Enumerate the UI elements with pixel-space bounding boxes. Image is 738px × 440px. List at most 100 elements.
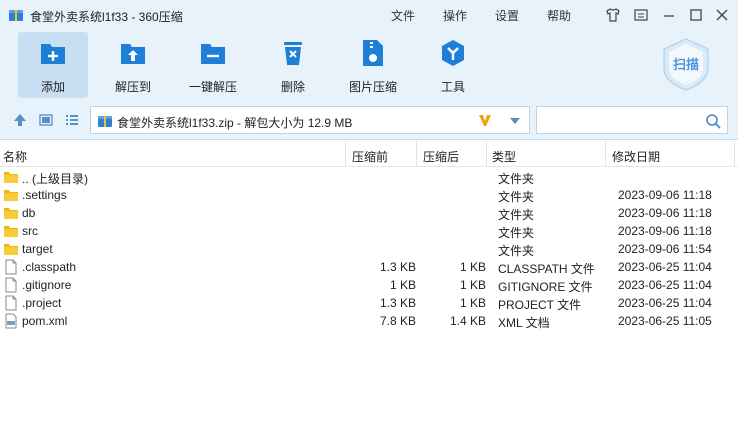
- file-size: 1 KB: [459, 296, 486, 310]
- thumbnail-view-icon[interactable]: [38, 112, 54, 128]
- file-type: XML 文档: [498, 316, 550, 330]
- file-modified: 2023-06-25 11:04: [618, 278, 712, 292]
- table-row[interactable]: .gitignore 1 KB 1 KB GITIGNORE 文件 2023-0…: [0, 276, 738, 294]
- extract-to-icon: [121, 44, 145, 64]
- folder-icon: [4, 172, 18, 183]
- file-modified: 2023-06-25 11:04: [618, 296, 712, 310]
- archive-app-icon: [9, 10, 23, 21]
- add-icon: [41, 44, 65, 64]
- file-name: .gitignore: [22, 278, 72, 292]
- path-field[interactable]: 食堂外卖系统l1f33.zip - 解包大小为 12.9 MB: [90, 106, 530, 134]
- delete-icon: [284, 42, 302, 65]
- scan-button[interactable]: 扫描: [658, 36, 714, 92]
- one-click-extract-icon: [201, 44, 225, 64]
- shield-icon: 扫描: [663, 38, 709, 91]
- search-input[interactable]: [536, 106, 728, 134]
- file-icon: [5, 295, 17, 311]
- column-modified[interactable]: 修改日期: [612, 148, 660, 165]
- file-type: 文件夹: [498, 208, 535, 222]
- table-row[interactable]: .settings 文件夹 2023-09-06 11:18: [0, 186, 738, 204]
- verified-v-icon[interactable]: [477, 112, 493, 128]
- file-modified: 2023-09-06 11:54: [618, 242, 712, 256]
- compressed-size: 1.3 KB: [379, 260, 416, 274]
- skin-button[interactable]: [602, 4, 624, 26]
- file-size: 1 KB: [459, 260, 486, 274]
- table-row[interactable]: .. (上级目录) 文件夹: [0, 168, 738, 186]
- table-row[interactable]: target 文件夹 2023-09-06 11:54: [0, 240, 738, 258]
- table-row[interactable]: .classpath 1.3 KB 1 KB CLASSPATH 文件 2023…: [0, 258, 738, 276]
- tools-label: 工具: [440, 80, 465, 94]
- file-modified: 2023-06-25 11:04: [618, 260, 712, 274]
- address-bar: 食堂外卖系统l1f33.zip - 解包大小为 12.9 MB: [0, 100, 738, 140]
- compressed-size: 7.8 KB: [379, 314, 416, 328]
- file-modified: 2023-09-06 11:18: [618, 206, 712, 220]
- maximize-button[interactable]: [685, 4, 707, 26]
- tools-icon: [442, 40, 464, 66]
- file-name: .. (上级目录): [22, 172, 88, 186]
- menu-operate[interactable]: 操作: [443, 7, 467, 24]
- file-type: 文件夹: [498, 190, 535, 204]
- add-button[interactable]: 添加: [18, 32, 88, 98]
- minimize-button[interactable]: [658, 4, 680, 26]
- tools-button[interactable]: 工具: [418, 32, 488, 98]
- compressed-size: 1.3 KB: [379, 296, 416, 310]
- one-click-extract-label: 一键解压: [188, 80, 237, 94]
- file-name: .settings: [22, 188, 67, 202]
- file-type: PROJECT 文件: [498, 298, 582, 312]
- file-name: .classpath: [22, 260, 77, 274]
- menu-settings[interactable]: 设置: [495, 7, 519, 24]
- search-icon[interactable]: [705, 113, 721, 129]
- column-size[interactable]: 压缩后: [423, 148, 459, 165]
- feedback-button[interactable]: [630, 4, 652, 26]
- file-name: target: [22, 242, 53, 256]
- maximize-icon: [690, 9, 702, 21]
- chevron-down-icon[interactable]: [509, 117, 521, 125]
- column-type[interactable]: 类型: [492, 148, 516, 165]
- image-compress-icon: [363, 40, 383, 66]
- file-modified: 2023-06-25 11:05: [618, 314, 712, 328]
- one-click-extract-button[interactable]: 一键解压: [178, 32, 248, 98]
- menu-file[interactable]: 文件: [391, 7, 415, 24]
- up-arrow-icon[interactable]: [12, 112, 28, 128]
- menu-help[interactable]: 帮助: [547, 7, 571, 24]
- file-type: 文件夹: [498, 172, 535, 186]
- table-row[interactable]: src 文件夹 2023-09-06 11:18: [0, 222, 738, 240]
- folder-icon: [4, 190, 18, 201]
- file-type: CLASSPATH 文件: [498, 262, 595, 276]
- file-type: 文件夹: [498, 244, 535, 258]
- extract-to-label: 解压到: [114, 80, 151, 94]
- column-divider[interactable]: [416, 141, 417, 167]
- table-row[interactable]: db 文件夹 2023-09-06 11:18: [0, 204, 738, 222]
- scan-label: 扫描: [673, 57, 699, 73]
- image-compress-label: 图片压缩: [348, 80, 397, 94]
- add-label: 添加: [40, 80, 65, 94]
- column-divider[interactable]: [605, 141, 606, 167]
- zip-file-icon: [98, 116, 112, 127]
- extract-to-button[interactable]: 解压到: [98, 32, 168, 98]
- compressed-size: 1 KB: [389, 278, 416, 292]
- column-header: 名称 压缩前 压缩后 类型 修改日期: [0, 141, 738, 167]
- file-modified: 2023-09-06 11:18: [618, 188, 712, 202]
- file-icon: [5, 259, 17, 275]
- delete-button[interactable]: 删除: [258, 32, 328, 98]
- file-size: 1.4 KB: [449, 314, 486, 328]
- column-divider[interactable]: [345, 141, 346, 167]
- file-name: pom.xml: [22, 314, 68, 328]
- file-name: .project: [22, 296, 62, 310]
- close-button[interactable]: [711, 4, 733, 26]
- toolbar: 添加 解压到 一键解压 删除 图片压缩 工具: [0, 30, 738, 100]
- path-text: 食堂外卖系统l1f33.zip - 解包大小为 12.9 MB: [117, 116, 353, 130]
- table-row[interactable]: pom.xml 7.8 KB 1.4 KB XML 文档 2023-06-25 …: [0, 312, 738, 330]
- shirt-icon: [606, 8, 620, 22]
- column-name[interactable]: 名称: [3, 148, 27, 165]
- list-view-icon[interactable]: [64, 112, 80, 128]
- column-divider[interactable]: [486, 141, 487, 167]
- table-row[interactable]: .project 1.3 KB 1 KB PROJECT 文件 2023-06-…: [0, 294, 738, 312]
- column-divider[interactable]: [734, 141, 735, 167]
- folder-icon: [4, 244, 18, 255]
- file-name: src: [22, 224, 38, 238]
- folder-icon: [4, 208, 18, 219]
- column-compressed[interactable]: 压缩前: [352, 148, 388, 165]
- image-compress-button[interactable]: 图片压缩: [338, 32, 408, 98]
- window-title: 食堂外卖系统l1f33 - 360压缩: [30, 10, 183, 24]
